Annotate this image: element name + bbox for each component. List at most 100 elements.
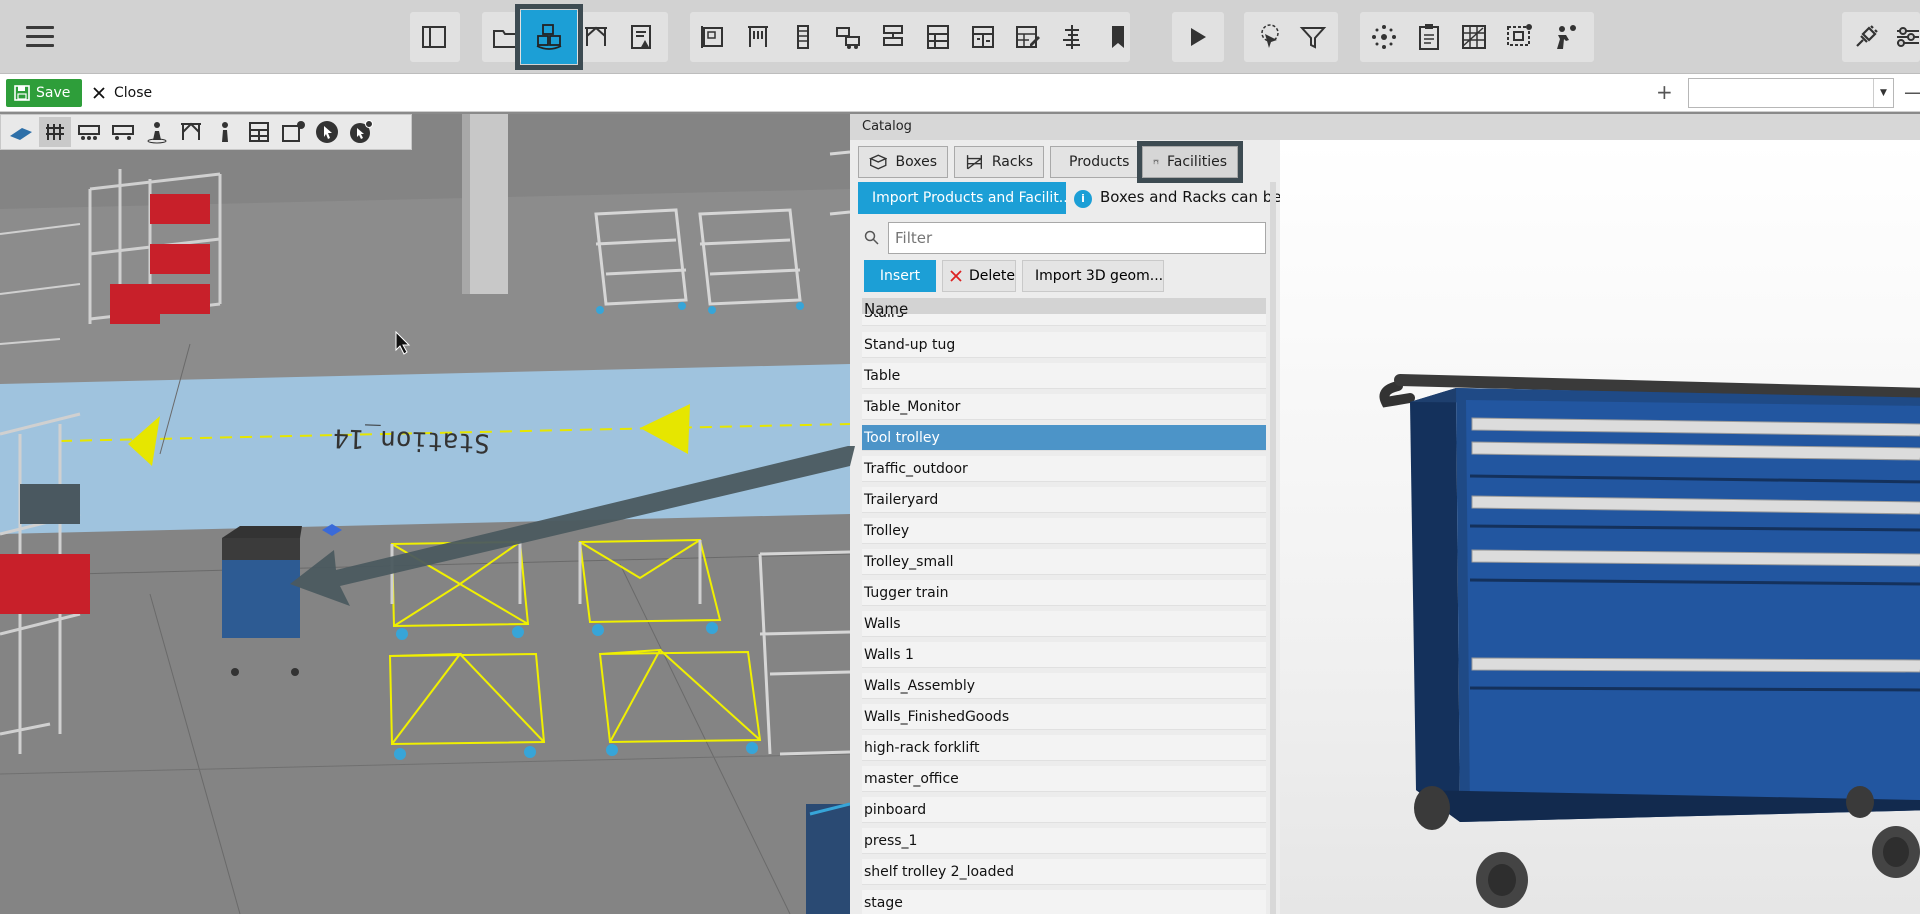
list-item[interactable]: shelf trolley 2_loaded <box>862 859 1266 885</box>
select-cursor-icon[interactable] <box>1248 17 1288 57</box>
list-item[interactable]: Table <box>862 363 1266 389</box>
panel-toggle-icon[interactable] <box>414 17 454 57</box>
import-3d-geometry-button[interactable]: Import 3D geom... <box>1022 260 1164 292</box>
import3d-label: Import 3D geom... <box>1035 268 1164 284</box>
conveyor-view-icon[interactable] <box>73 117 105 147</box>
worker-view-icon[interactable] <box>141 117 173 147</box>
shelf-view-icon[interactable] <box>243 117 275 147</box>
main-toolbar <box>0 0 1920 74</box>
catalog-item-list[interactable]: Stairs Stand-up tug Table Table_Monitor … <box>862 314 1266 914</box>
save-label: Save <box>36 85 71 101</box>
add-icon[interactable]: + <box>1656 80 1673 104</box>
warning-document-icon[interactable] <box>622 17 662 57</box>
list-item[interactable]: Traileryard <box>862 487 1266 513</box>
list-item[interactable]: Stairs <box>862 314 1266 326</box>
catalog-panel: Catalog Boxes Racks Products Facilities … <box>850 114 1920 914</box>
catalog-scrollbar[interactable] <box>1270 182 1276 914</box>
list-item[interactable]: Stand-up tug <box>862 332 1266 358</box>
conveyor-icon[interactable] <box>783 17 823 57</box>
tab-label: Products <box>1069 154 1130 170</box>
plugin-icon[interactable] <box>1846 17 1886 57</box>
import-label: Import Products and Facilit... <box>872 190 1066 206</box>
tab-boxes[interactable]: Boxes <box>858 146 948 178</box>
column-header-name[interactable]: Name <box>862 298 1266 318</box>
delete-label: Delete <box>969 268 1015 284</box>
vehicles-icon[interactable] <box>828 17 868 57</box>
tab-label: Facilities <box>1167 154 1227 170</box>
list-item[interactable]: Walls 1 <box>862 642 1266 668</box>
close-icon <box>93 87 105 99</box>
workplace-icon[interactable] <box>963 17 1003 57</box>
list-item[interactable]: master_office <box>862 766 1266 792</box>
open-folder-icon[interactable] <box>486 17 526 57</box>
list-item[interactable]: Trolley_small <box>862 549 1266 575</box>
align-icon[interactable] <box>1053 17 1093 57</box>
list-item[interactable]: Walls <box>862 611 1266 637</box>
tab-products[interactable]: Products <box>1050 146 1138 178</box>
view-combo-box[interactable]: ▼ <box>1688 78 1894 108</box>
rack-view-icon[interactable] <box>39 117 71 147</box>
list-item[interactable]: Trolley <box>862 518 1266 544</box>
chevron-down-icon[interactable]: ▼ <box>1873 79 1893 107</box>
tab-label: Boxes <box>895 154 937 170</box>
heatmap-grid-icon[interactable] <box>1454 17 1494 57</box>
list-item[interactable]: Tugger train <box>862 580 1266 606</box>
info-icon: i <box>1074 190 1092 208</box>
list-item[interactable]: press_1 <box>862 828 1266 854</box>
list-item[interactable]: Walls_Assembly <box>862 673 1266 699</box>
shelving-icon[interactable] <box>918 17 958 57</box>
catalog-header: Catalog <box>850 114 1920 140</box>
info-text: Boxes and Racks can be i <box>1100 188 1280 206</box>
person-icon[interactable] <box>209 117 241 147</box>
rack-layout-icon[interactable] <box>738 17 778 57</box>
list-item[interactable]: Walls_FinishedGoods <box>862 704 1266 730</box>
worker-info-icon[interactable] <box>1544 17 1584 57</box>
settings-sliders-icon[interactable] <box>1888 17 1920 57</box>
list-item[interactable]: stage <box>862 890 1266 914</box>
catalog-icon[interactable] <box>515 4 583 70</box>
pointer-info-icon[interactable] <box>345 117 377 147</box>
delete-button[interactable]: Delete <box>942 260 1016 292</box>
list-item[interactable]: Table_Monitor <box>862 394 1266 420</box>
insert-button[interactable]: Insert <box>864 260 936 292</box>
list-item-selected[interactable]: Tool trolley <box>862 425 1266 451</box>
delete-x-icon <box>950 270 962 282</box>
pointer-mode-icon[interactable] <box>311 117 343 147</box>
filter-input[interactable] <box>888 222 1266 254</box>
item-preview[interactable] <box>1280 140 1920 914</box>
info-shelf-icon[interactable] <box>277 117 309 147</box>
hamburger-menu-icon[interactable] <box>22 22 58 52</box>
rack-icon <box>966 155 983 170</box>
insert-label: Insert <box>879 268 921 284</box>
list-item[interactable]: Traffic_outdoor <box>862 456 1266 482</box>
action-bar: Save Close + ▼ — <box>0 74 1920 112</box>
zone-select-icon[interactable] <box>1499 17 1539 57</box>
frame-view-icon[interactable] <box>175 117 207 147</box>
minus-icon[interactable]: — <box>1904 80 1920 104</box>
tab-facilities[interactable]: Facilities <box>1137 141 1243 183</box>
clipboard-icon[interactable] <box>1409 17 1449 57</box>
close-button[interactable]: Close <box>92 79 152 107</box>
3d-viewport[interactable]: Station_14 <box>0 114 850 914</box>
search-icon <box>864 230 879 245</box>
stations-icon[interactable] <box>873 17 913 57</box>
filter-icon[interactable] <box>1293 17 1333 57</box>
tab-label: Racks <box>991 154 1033 170</box>
network-icon[interactable] <box>1364 17 1404 57</box>
list-item[interactable]: high-rack forklift <box>862 735 1266 761</box>
factory-scene: Station_14 <box>0 114 850 914</box>
tab-racks[interactable]: Racks <box>954 146 1044 178</box>
bookmark-icon[interactable] <box>1098 17 1138 57</box>
save-button[interactable]: Save <box>6 79 82 107</box>
conveyor-alt-icon[interactable] <box>107 117 139 147</box>
edit-table-icon[interactable] <box>1008 17 1048 57</box>
play-icon[interactable] <box>1177 17 1217 57</box>
facility-frame-icon[interactable] <box>576 17 616 57</box>
floppy-disk-icon <box>14 85 30 101</box>
close-label: Close <box>114 85 153 101</box>
import-products-facilities-button[interactable]: Import Products and Facilit... <box>858 182 1066 214</box>
floor-plane-icon[interactable] <box>5 117 37 147</box>
layout-frame-icon[interactable] <box>693 17 733 57</box>
floor-station-label: Station_14 <box>333 422 490 457</box>
list-item[interactable]: pinboard <box>862 797 1266 823</box>
